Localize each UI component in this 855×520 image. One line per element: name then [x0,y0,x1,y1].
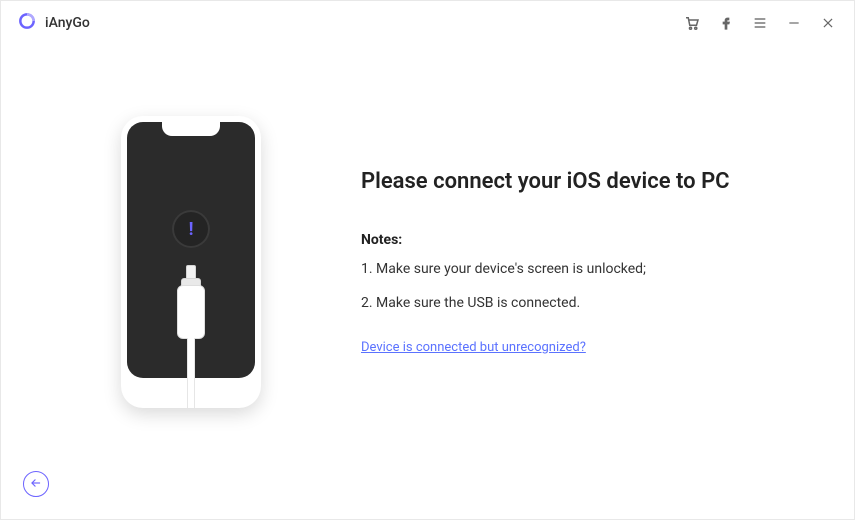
exclamation-mark: ! [189,219,194,240]
logo-icon [17,11,37,35]
minimize-icon[interactable] [784,13,804,33]
page-title: Please connect your iOS device to PC [361,169,794,194]
close-icon[interactable] [818,13,838,33]
back-button[interactable] [23,471,49,497]
phone-frame: ! [121,116,261,408]
menu-icon[interactable] [750,13,770,33]
note-line-2: 2. Make sure the USB is connected. [361,294,794,314]
alert-icon: ! [172,210,210,248]
usb-plug-body [177,285,205,339]
help-link-unrecognized[interactable]: Device is connected but unrecognized? [361,340,586,355]
phone-illustration-column: ! [61,116,321,408]
usb-plug-tip [186,265,196,279]
usb-cable [173,265,209,408]
titlebar: iAnyGo [1,1,854,45]
usb-cord [187,338,195,408]
app-window: iAnyGo [0,0,855,520]
phone-screen: ! [127,122,255,378]
title-controls [682,13,838,33]
app-name: iAnyGo [45,15,90,31]
facebook-icon[interactable] [716,13,736,33]
instruction-column: Please connect your iOS device to PC Not… [361,169,794,354]
main-content: ! Please connect your iOS device to PC N… [1,45,854,519]
brand: iAnyGo [17,11,90,35]
note-line-1: 1. Make sure your device's screen is unl… [361,260,794,280]
notes-label: Notes: [361,232,794,248]
cart-icon[interactable] [682,13,702,33]
phone-notch [162,122,220,136]
back-arrow-icon [29,475,43,494]
